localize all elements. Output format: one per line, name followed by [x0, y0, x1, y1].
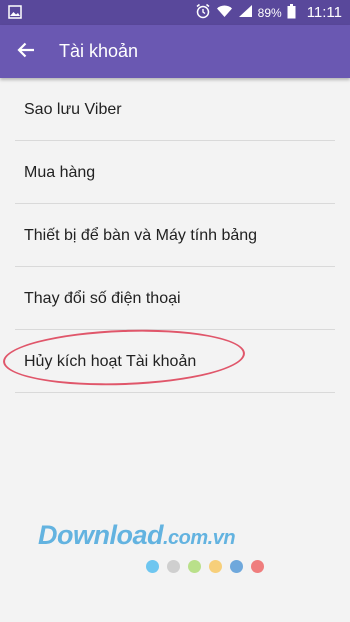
watermark-dot: [146, 560, 159, 573]
arrow-back-icon: [17, 41, 35, 64]
battery-icon: [287, 3, 296, 22]
list-item-desktop-tablets[interactable]: Thiết bị để bàn và Máy tính bảng: [0, 204, 350, 267]
list-item-label: Sao lưu Viber: [24, 100, 122, 118]
list-item-label: Mua hàng: [24, 163, 96, 181]
watermark-dot: [251, 560, 264, 573]
list-item-deactivate-account[interactable]: Hủy kích hoạt Tài khoản: [0, 330, 350, 393]
status-bar: 89% 11:11: [0, 0, 350, 25]
watermark-dot: [230, 560, 243, 573]
app-bar: Tài khoản: [0, 25, 350, 78]
list-item-purchases[interactable]: Mua hàng: [0, 141, 350, 204]
list-item-label: Thay đổi số điện thoại: [24, 289, 181, 307]
back-button[interactable]: [12, 38, 40, 66]
signal-icon: [238, 4, 253, 21]
list-item-backup[interactable]: Sao lưu Viber: [0, 78, 350, 141]
page-title: Tài khoản: [59, 41, 139, 61]
list-item-change-phone[interactable]: Thay đổi số điện thoại: [0, 267, 350, 330]
clock: 11:11: [306, 4, 342, 21]
watermark-domain: .com.vn: [163, 527, 236, 549]
image-icon: [8, 5, 22, 19]
watermark-dots: [146, 560, 264, 573]
watermark: Download.com.vn: [38, 520, 278, 580]
alarm-icon: [195, 3, 211, 22]
battery-percent: 89%: [257, 5, 282, 20]
wifi-icon: [216, 4, 233, 21]
list-item-label: Thiết bị để bàn và Máy tính bảng: [24, 226, 258, 244]
watermark-dot: [209, 560, 222, 573]
watermark-brand: Download: [38, 520, 164, 550]
account-settings-list: Sao lưu Viber Mua hàng Thiết bị để bàn v…: [0, 78, 350, 393]
list-item-label: Hủy kích hoạt Tài khoản: [24, 352, 197, 370]
watermark-dot: [188, 560, 201, 573]
watermark-logo: Download.com.vn: [38, 520, 236, 551]
watermark-dot: [167, 560, 180, 573]
